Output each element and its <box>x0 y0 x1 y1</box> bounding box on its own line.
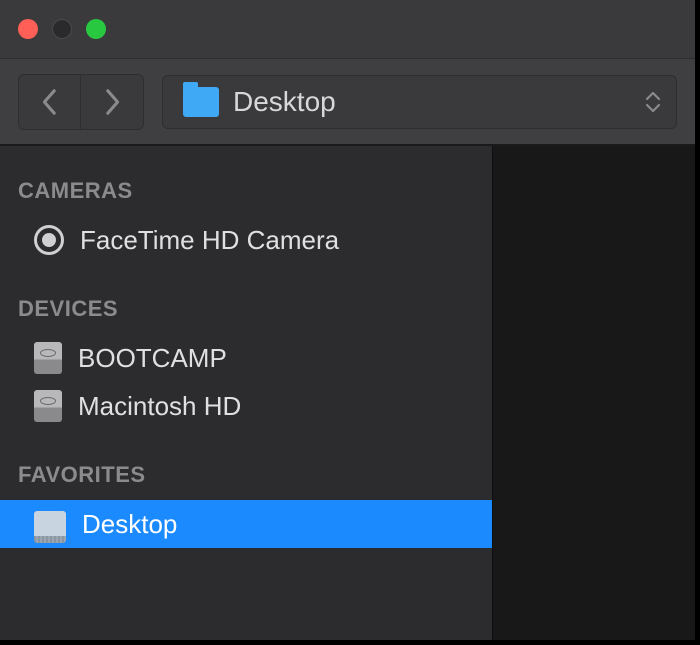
sidebar-item-macintosh-hd[interactable]: Macintosh HD <box>0 382 492 430</box>
camera-icon <box>34 225 64 255</box>
close-button[interactable] <box>18 19 38 39</box>
dropdown-stepper-icon <box>644 91 662 113</box>
sidebar: CAMERAS FaceTime HD Camera DEVICES BOOTC… <box>0 146 492 640</box>
section-header-favorites: FAVORITES <box>0 452 492 500</box>
folder-icon <box>183 87 219 117</box>
section-header-devices: DEVICES <box>0 286 492 334</box>
titlebar <box>0 0 695 58</box>
sidebar-item-facetime-camera[interactable]: FaceTime HD Camera <box>0 216 492 264</box>
desktop-icon <box>34 511 66 537</box>
sidebar-item-label: FaceTime HD Camera <box>80 225 339 256</box>
back-button[interactable] <box>19 75 81 129</box>
toolbar: Desktop <box>0 58 695 146</box>
drive-icon <box>34 390 62 422</box>
sidebar-item-label: Macintosh HD <box>78 391 241 422</box>
location-dropdown[interactable]: Desktop <box>162 75 677 129</box>
location-label: Desktop <box>233 86 336 118</box>
sidebar-item-bootcamp[interactable]: BOOTCAMP <box>0 334 492 382</box>
chevron-down-icon <box>644 102 662 113</box>
drive-icon <box>34 342 62 374</box>
content-row: CAMERAS FaceTime HD Camera DEVICES BOOTC… <box>0 146 695 640</box>
sidebar-item-label: BOOTCAMP <box>78 343 227 374</box>
finder-dialog: Desktop CAMERAS FaceTime HD Camera DEVIC… <box>0 0 695 640</box>
chevron-left-icon <box>41 88 59 116</box>
sidebar-item-label: Desktop <box>82 509 177 540</box>
chevron-up-icon <box>644 91 662 102</box>
section-header-cameras: CAMERAS <box>0 168 492 216</box>
forward-button[interactable] <box>81 75 143 129</box>
nav-buttons <box>18 74 144 130</box>
minimize-button[interactable] <box>52 19 72 39</box>
maximize-button[interactable] <box>86 19 106 39</box>
sidebar-item-desktop[interactable]: Desktop <box>0 500 492 548</box>
chevron-right-icon <box>103 88 121 116</box>
main-area <box>492 146 695 640</box>
